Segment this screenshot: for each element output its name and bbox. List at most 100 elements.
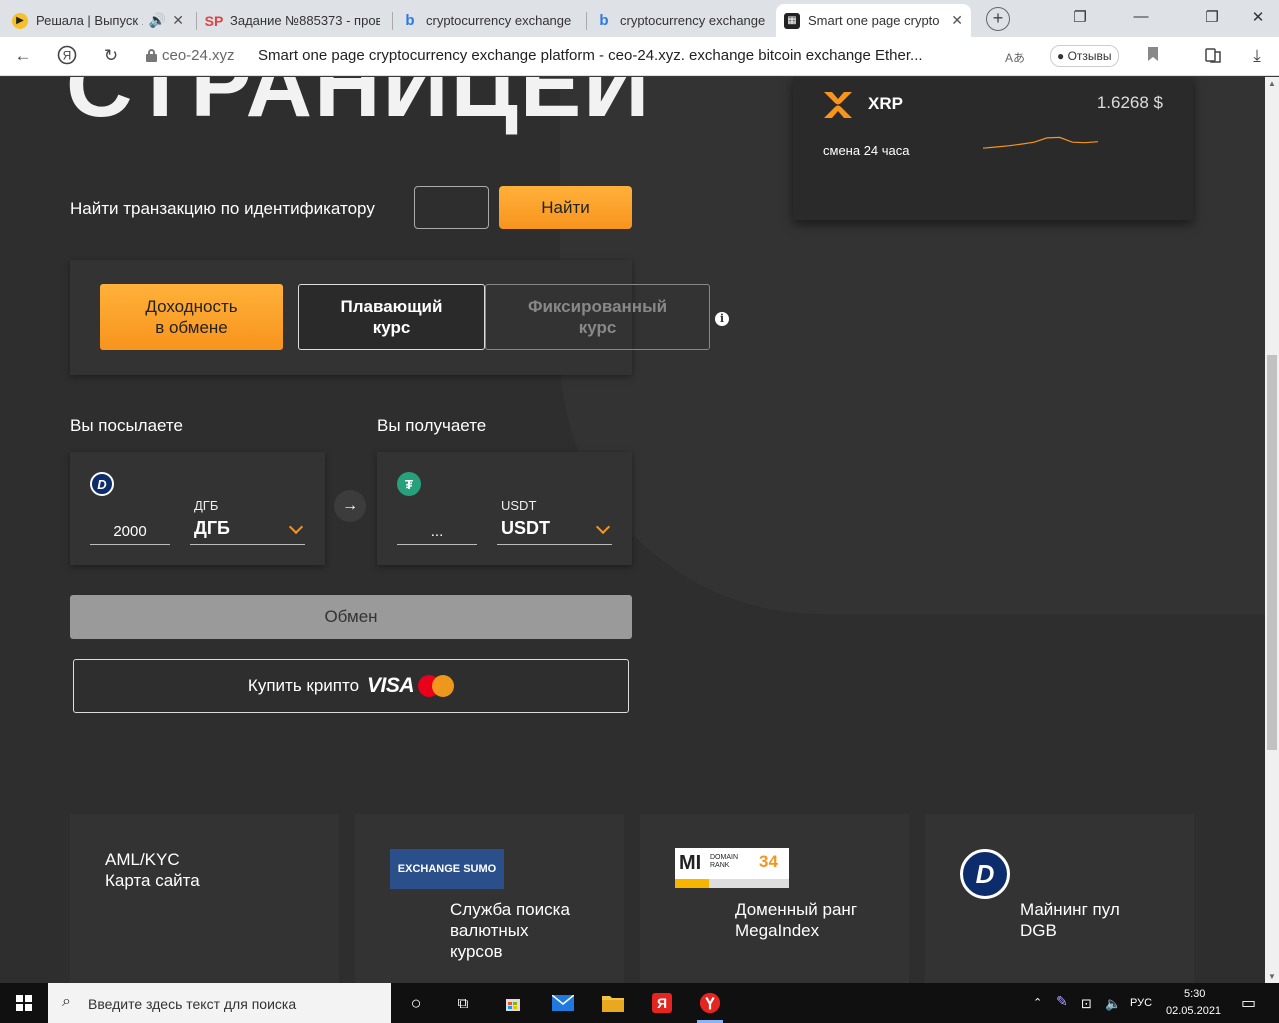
bing-icon: b — [599, 12, 609, 29]
tab-label: Решала | Выпуск 11 — [36, 13, 143, 28]
tab-active[interactable]: ▦ Smart one page crypto ✕ — [776, 4, 971, 37]
clock-time[interactable]: 5:30 — [1184, 988, 1205, 1000]
lock-icon[interactable] — [146, 49, 157, 62]
taskbar: ⌕ Введите здесь текст для поиска ○ ⧉ Я ⌃… — [0, 983, 1279, 1023]
clock-date[interactable]: 02.05.2021 — [1166, 1005, 1221, 1017]
digibyte-logo-icon: D — [960, 849, 1010, 899]
arrow-right-icon[interactable]: → — [334, 490, 366, 522]
reload-icon[interactable]: ↻ — [100, 46, 122, 66]
store-bag-icon[interactable] — [502, 992, 524, 1014]
send-currency-value: ДГБ — [194, 518, 230, 538]
footer-card-dgb[interactable]: D Майнинг пул DGB — [925, 814, 1194, 983]
volume-icon[interactable]: 🔈 — [1105, 996, 1121, 1012]
audio-icon[interactable]: 🔊 — [149, 12, 166, 29]
scroll-down-icon[interactable]: ▼ — [1268, 972, 1276, 981]
xrp-ticker-card[interactable]: XRP 1.6268 $ смена 24 часа — [793, 77, 1193, 220]
fixed-rate-button[interactable]: Фиксированный курс — [485, 284, 710, 350]
taskbar-search-placeholder: Введите здесь текст для поиска — [88, 996, 297, 1012]
domain-rank-caption: DOMAIN RANK — [710, 854, 738, 869]
bookmark-icon[interactable] — [1142, 46, 1164, 67]
taskbar-search-box[interactable]: ⌕ Введите здесь текст для поиска — [48, 983, 391, 1023]
file-explorer-icon[interactable] — [602, 992, 624, 1014]
info-icon[interactable]: i — [715, 312, 729, 326]
address-bar: ← Я ↻ ceo-24.xyz Smart one page cryptocu… — [0, 37, 1279, 76]
cortana-circle-icon[interactable]: ○ — [405, 992, 427, 1014]
send-label: Вы посылаете — [70, 416, 183, 435]
maximize-icon[interactable]: ❐ — [1202, 8, 1222, 26]
translate-icon[interactable]: Aあ — [1004, 49, 1026, 66]
send-amount-input[interactable]: 2000 — [90, 512, 170, 545]
close-window-icon[interactable]: ✕ — [1248, 8, 1268, 26]
exchange-button[interactable]: Обмен — [70, 595, 632, 639]
chevron-down-icon — [595, 519, 611, 535]
download-icon[interactable]: ⤓ — [1246, 46, 1268, 66]
sp-icon: SP — [204, 12, 224, 29]
change-24h-label: смена 24 часа — [823, 143, 910, 158]
receive-currency-caption: USDT — [501, 498, 537, 513]
yandex-app-icon[interactable]: Я — [651, 992, 673, 1014]
collections-icon[interactable] — [1202, 46, 1224, 69]
footer-card-sumo[interactable]: EXCHANGE SUMO Служба поиска валютных кур… — [355, 814, 624, 983]
rank-value: 34 — [759, 852, 778, 871]
tab-reshala[interactable]: ▶ Решала | Выпуск 11 🔊 ✕ — [4, 4, 192, 37]
price-sparkline — [983, 136, 1098, 149]
transaction-search-label: Найти транзакцию по идентификатору — [70, 199, 375, 218]
scroll-up-icon[interactable]: ▲ — [1268, 79, 1276, 88]
coin-name: XRP — [868, 94, 903, 113]
notifications-icon[interactable]: ▭ — [1241, 993, 1256, 1013]
coin-price: 1.6268 $ — [1096, 93, 1163, 112]
receive-amount-field[interactable]: ... — [397, 512, 477, 545]
sumo-card-text: Служба поиска валютных курсов — [450, 900, 570, 961]
task-view-icon[interactable]: ⧉ — [452, 992, 474, 1014]
back-arrow-icon[interactable]: ← — [12, 46, 34, 66]
scrollbar[interactable]: ▲ ▼ — [1265, 77, 1279, 983]
mi-logo-text: MI — [679, 852, 702, 874]
svg-text:Я: Я — [63, 49, 72, 63]
tab-bing-2[interactable]: b cryptocurrency exchange — [588, 4, 774, 37]
tab-zadanie[interactable]: SP Задание №885373 - проверка — [198, 4, 388, 37]
chevron-down-icon — [288, 519, 304, 535]
yandex-icon[interactable]: Я — [56, 45, 78, 70]
tab-separator — [196, 12, 197, 30]
language-indicator[interactable]: РУС — [1130, 997, 1152, 1009]
url-domain[interactable]: ceo-24.xyz — [162, 47, 235, 64]
send-currency-caption: ДГБ — [194, 498, 219, 513]
page-title-in-url[interactable]: Smart one page cryptocurrency exchange p… — [258, 47, 923, 64]
find-button[interactable]: Найти — [499, 186, 632, 229]
buy-crypto-button[interactable]: Купить крипто VISA — [73, 659, 629, 713]
bing-icon: b — [405, 12, 415, 29]
play-icon: ▶ — [12, 12, 28, 29]
rank-card-text: Доменный ранг MegaIndex — [735, 900, 858, 940]
tabs-icon[interactable]: ❐ — [1070, 8, 1090, 26]
yield-mode-button[interactable]: Доходность в обмене — [100, 284, 283, 350]
digibyte-icon: D — [90, 472, 114, 496]
yandex-browser-icon[interactable] — [699, 992, 721, 1014]
chat-bubble-icon: ● — [1057, 49, 1065, 63]
mail-icon[interactable] — [552, 992, 574, 1014]
receive-currency-select[interactable]: USDT — [497, 514, 612, 545]
receive-currency-value: USDT — [501, 518, 550, 538]
pen-icon[interactable]: ✎ — [1056, 993, 1068, 1010]
footer-card-aml[interactable]: AML/KYC Карта сайта — [70, 814, 339, 983]
chevron-up-icon[interactable]: ⌃ — [1033, 996, 1042, 1009]
transaction-id-input[interactable] — [414, 186, 489, 229]
close-icon[interactable]: ✕ — [172, 12, 184, 29]
new-tab-plus-icon[interactable]: + — [986, 7, 1010, 31]
scrollbar-thumb[interactable] — [1267, 355, 1277, 750]
reviews-button[interactable]: ● Отзывы — [1050, 45, 1119, 67]
floating-rate-button[interactable]: Плавающий курс — [298, 284, 485, 350]
send-currency-select[interactable]: ДГБ — [190, 514, 305, 545]
tab-bing-1[interactable]: b cryptocurrency exchange — [394, 4, 584, 37]
sparkline-path — [983, 136, 1098, 149]
visa-logo: VISA — [367, 674, 415, 697]
network-icon[interactable]: ⊡ — [1081, 996, 1092, 1012]
close-icon[interactable]: ✕ — [951, 12, 963, 29]
rank-bar-fill — [675, 879, 710, 888]
tab-label: Smart one page crypto — [808, 13, 940, 28]
minimize-icon[interactable]: — — [1131, 8, 1151, 25]
windows-start-icon[interactable] — [16, 995, 32, 1011]
dgb-card-text: Майнинг пул DGB — [1020, 900, 1120, 940]
page-content: СТРАНИЦЕЙ XRP 1.6268 $ смена 24 часа Най… — [0, 77, 1279, 983]
aml-sitemap-links[interactable]: AML/KYC Карта сайта — [105, 849, 200, 891]
footer-card-rank[interactable]: MI DOMAIN RANK 34 Доменный ранг MegaInde… — [640, 814, 909, 983]
